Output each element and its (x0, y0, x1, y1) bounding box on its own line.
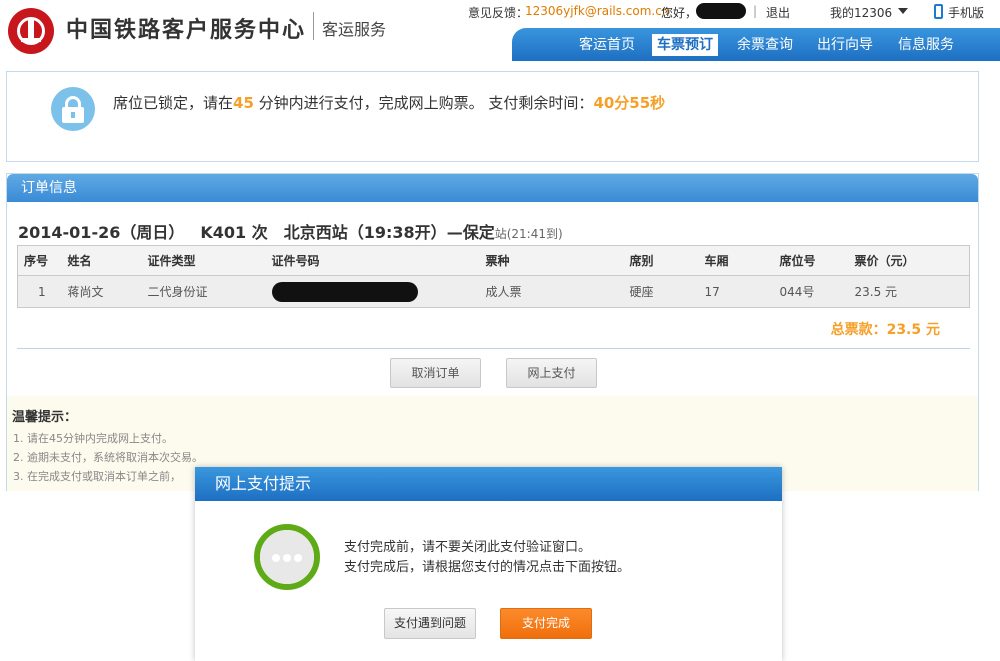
feedback-email-link[interactable]: 12306yjfk@rails.com.cn (525, 4, 669, 18)
title-divider (313, 12, 314, 40)
tips-title: 温馨提示： (12, 410, 78, 425)
cell-name: 蒋尚文 (61, 275, 142, 308)
cell-id-type: 二代身份证 (141, 275, 266, 308)
cell-seat-class: 硬座 (623, 275, 699, 308)
cell-price: 23.5 元 (848, 275, 970, 308)
payment-problem-button[interactable]: 支付遇到问题 (384, 608, 476, 639)
nav-item-ticket-booking[interactable]: 车票预订 (652, 34, 718, 56)
column-header: 席别 (623, 245, 699, 276)
remaining-time: 40分55秒 (593, 94, 666, 112)
site-header: 中国铁路客户服务中心 客运服务 意见反馈： 12306yjfk@rails.co… (0, 0, 1000, 61)
lock-message: 席位已锁定，请在45 分钟内进行支付，完成网上购票。 支付剩余时间：40分55秒 (113, 94, 666, 112)
train-number: K401 次 (200, 223, 268, 242)
my-account-menu[interactable]: 我的12306 (830, 4, 892, 21)
feedback-label: 意见反馈： (468, 6, 529, 20)
payment-complete-button[interactable]: 支付完成 (500, 608, 592, 639)
dialog-message-line1: 支付完成前，请不要关闭此支付验证窗口。 (344, 540, 592, 555)
total-fare: 总票款：23.5 元 (830, 322, 940, 338)
dialog-title: 网上支付提示 (195, 467, 782, 501)
nav-item-remaining-tickets[interactable]: 余票查询 (732, 34, 798, 56)
tip-item: 2. 逾期未支付，系统将取消本次交易。 (13, 451, 203, 464)
masked-id-number (271, 281, 418, 302)
column-header: 序号 (17, 245, 62, 276)
column-header: 姓名 (61, 245, 142, 276)
column-header: 席位号 (773, 245, 849, 276)
waiting-icon (254, 524, 320, 590)
column-header: 证件号码 (265, 245, 480, 276)
trip-summary: 2014-01-26（周日） K401 次北京西站（19:38开）—保定站(21:… (18, 223, 563, 242)
column-header: 票种 (479, 245, 624, 276)
cell-ticket-type: 成人票 (479, 275, 624, 308)
cell-id-number (265, 275, 480, 308)
dialog-message-line2: 支付完成后，请根据您支付的情况点击下面按钮。 (344, 560, 631, 575)
table-row: 1 蒋尚文 二代身份证 成人票 硬座 17 044号 23.5 元 (17, 275, 970, 308)
tip-item: 1. 请在45分钟内完成网上支付。 (13, 432, 173, 445)
site-title[interactable]: 中国铁路客户服务中心 (66, 12, 306, 44)
nav-item-info-service[interactable]: 信息服务 (893, 34, 959, 56)
table-header-row: 序号 姓名 证件类型 证件号码 票种 席别 车厢 席位号 票价（元） (17, 245, 970, 276)
mobile-phone-icon[interactable] (934, 4, 943, 19)
passenger-table: 序号 姓名 证件类型 证件号码 票种 席别 车厢 席位号 票价（元） 1 蒋尚文… (17, 245, 970, 308)
mobile-version-link[interactable]: 手机版 (948, 4, 984, 21)
main-nav: 客运首页 车票预订 余票查询 出行向导 信息服务 (512, 28, 1000, 61)
order-panel-title: 订单信息 (7, 174, 978, 202)
payment-dialog: 网上支付提示 支付完成前，请不要关闭此支付验证窗口。 支付完成后，请根据您支付的… (195, 467, 782, 661)
masked-username (696, 3, 746, 19)
travel-date: 2014-01-26（周日） (18, 223, 185, 242)
tip-item: 3. 在完成支付或取消本订单之前， (13, 470, 181, 483)
site-subtitle: 客运服务 (322, 20, 387, 39)
chevron-down-icon[interactable] (898, 8, 908, 14)
online-pay-button[interactable]: 网上支付 (506, 358, 597, 388)
cell-no: 1 (17, 275, 62, 308)
to-station: —保定 (446, 223, 495, 242)
nav-item-home[interactable]: 客运首页 (574, 34, 640, 56)
separator: | (753, 4, 758, 18)
cell-car: 17 (698, 275, 774, 308)
column-header: 票价（元） (848, 245, 970, 276)
cancel-order-button[interactable]: 取消订单 (390, 358, 481, 388)
divider (17, 348, 970, 349)
column-header: 证件类型 (141, 245, 266, 276)
cell-seat-no: 044号 (773, 275, 849, 308)
railway-logo-icon[interactable] (8, 8, 54, 54)
logout-link[interactable]: 退出 (766, 4, 790, 21)
column-header: 车厢 (698, 245, 774, 276)
from-station: 北京西 (283, 223, 332, 242)
order-info-panel: 订单信息 2014-01-26（周日） K401 次北京西站（19:38开）—保定… (6, 173, 979, 491)
arrival-time: (21:41到) (506, 227, 563, 241)
nav-item-travel-guide[interactable]: 出行向导 (812, 34, 878, 56)
greeting: 您好， (661, 6, 698, 20)
payment-minutes: 45 (233, 94, 254, 112)
seat-lock-notice: 席位已锁定，请在45 分钟内进行支付，完成网上购票。 支付剩余时间：40分55秒 (6, 71, 979, 162)
lock-icon (51, 87, 95, 131)
